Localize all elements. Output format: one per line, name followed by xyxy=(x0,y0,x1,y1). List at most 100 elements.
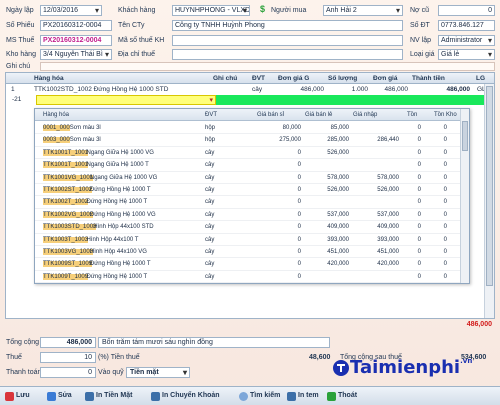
popup-item-code: TTK1003VG_1003 xyxy=(43,249,94,255)
loai-gia-field[interactable]: Giá lẻ xyxy=(438,49,495,60)
popup-cell-ton: 0 xyxy=(417,249,421,255)
popup-item-code: 0003_000 xyxy=(43,137,70,144)
dropdown-arrow-icon[interactable]: ▾ xyxy=(209,96,213,104)
popup-cell-ton: 0 xyxy=(417,224,421,231)
popup-cell-nhap: 286,440 xyxy=(377,137,399,144)
col-don-gia[interactable]: Đơn giá xyxy=(373,75,397,82)
popup-cell-le: 409,000 xyxy=(327,224,349,231)
exit-button[interactable]: Thoát xyxy=(326,390,359,403)
thanh-toan-label: Thanh toán xyxy=(6,369,42,376)
col-dvt[interactable]: ĐVT xyxy=(252,75,265,82)
popup-item-row[interactable]: TTK1001T_1001 Ngang Giữa Hệ 1000 VG cây 0 52… xyxy=(35,147,461,160)
col-lg[interactable]: LG xyxy=(476,75,485,82)
popup-col-gia-le: Giá bán lẻ xyxy=(305,112,333,118)
popup-item-row[interactable]: TTK1003T_1003 Hình Hộp 44x100 T cây 0 393,00… xyxy=(35,234,461,246)
nv-lap-field[interactable]: Administrator xyxy=(438,35,495,46)
row-price-g: 486,000 xyxy=(300,86,325,93)
popup-cell-si: 0 xyxy=(297,273,301,280)
popup-item-row[interactable]: TTK1002T_1002 Đứng Hồng Hệ 1000 T cây 0 0 0 xyxy=(35,196,461,209)
popup-item-name: Đứng Hồng Hệ 1000 VG xyxy=(89,211,156,218)
item-dropdown-list[interactable]: Hàng hóa ĐVT Giá bán sỉ Giá bán lẻ Giá n… xyxy=(34,108,470,284)
popup-cell-nhap: 393,000 xyxy=(377,236,399,243)
vao-quy-select[interactable]: Tiền mặt xyxy=(126,367,190,378)
exit-icon xyxy=(327,392,336,401)
brand-name: aimienphi xyxy=(359,357,461,378)
popup-item-code: TTK1003STD_1003 xyxy=(43,224,97,231)
popup-cell-nhap: 578,000 xyxy=(377,174,399,181)
grid-scrollbar[interactable] xyxy=(484,84,494,318)
col-don-gia-g[interactable]: Đơn giá G xyxy=(278,75,309,82)
row-unit: cây xyxy=(252,86,263,93)
popup-cell-tonkho: 0 xyxy=(443,199,447,206)
refresh-customer-icon[interactable]: $ xyxy=(260,4,265,14)
col-thanh-tien[interactable]: Thành tiền xyxy=(412,75,445,82)
popup-item-name: Hình Hộp 44x100 STD xyxy=(93,224,154,231)
print-cash-button[interactable]: In Tiền Mặt xyxy=(84,390,134,403)
print-label-button[interactable]: In tem xyxy=(286,390,321,403)
ngay-lap-field[interactable]: 12/03/2016 xyxy=(40,5,102,16)
popup-cell-nhap: 409,000 xyxy=(377,224,399,231)
popup-item-code: TTK1002T_1002 xyxy=(43,199,89,206)
popup-cell-tonkho: 0 xyxy=(443,125,447,131)
popup-item-code: TTK1001T_1001 xyxy=(43,149,89,156)
ten-cty-field[interactable]: Công ty TNHH Huỳnh Phong xyxy=(172,20,403,31)
popup-item-row[interactable]: TTK1003VG_1003 Hình Hộp 44x100 VG cây 0 451,… xyxy=(35,246,461,259)
nguoi-mua-field[interactable]: Anh Hải 2 xyxy=(323,5,403,16)
popup-item-name: Ngang Giữa Hệ 1000 VG xyxy=(86,149,154,156)
popup-col-ton-kho: Tồn Kho xyxy=(434,112,457,118)
thanh-toan-field[interactable]: 0 xyxy=(40,367,96,378)
popup-cell-le: 393,000 xyxy=(327,236,349,243)
table-row[interactable]: 1 TTK1002STD_1002 Đứng Hồng Hệ 1000 STD … xyxy=(6,85,494,95)
popup-cell-ton: 0 xyxy=(417,187,421,193)
col-so-luong[interactable]: Số lượng xyxy=(328,75,357,82)
popup-cell-unit: hộp xyxy=(205,137,216,144)
popup-cell-tonkho: 0 xyxy=(443,149,447,156)
ten-cty-label: Tên CTy xyxy=(118,22,145,29)
search-button[interactable]: Tìm kiếm xyxy=(238,390,282,403)
popup-cell-tonkho: 0 xyxy=(443,236,447,243)
popup-item-row[interactable]: TTK1001VG_1001 Ngang Giữa Hệ 1000 VG cây 0 5… xyxy=(35,172,461,184)
popup-item-row[interactable]: TTK1001T_1001 Ngang Giữa Hệ 1000 T cây 0 0 0 xyxy=(35,159,461,172)
dia-chi-thue-field[interactable] xyxy=(172,49,403,60)
popup-col-gia-si: Giá bán sỉ xyxy=(257,112,285,118)
popup-item-row[interactable]: 0003_000 Sơn màu 3l hộp 275,000 285,000 286,4… xyxy=(35,134,461,147)
popup-item-row[interactable]: TTK1009T_1009 Đứng Hồng Hệ 1000 T cây 0 0 0 xyxy=(35,271,461,284)
popup-scrollbar[interactable] xyxy=(460,109,469,283)
save-button[interactable]: Lưu xyxy=(4,390,32,403)
popup-item-name: Ngang Giữa Hệ 1000 T xyxy=(86,162,149,169)
ms-thue-field[interactable]: PX20160312-0004 xyxy=(40,35,112,46)
print-transfer-button[interactable]: In Chuyển Khoản xyxy=(150,390,222,403)
so-phieu-field[interactable]: PX20160312-0004 xyxy=(40,20,112,31)
popup-item-row[interactable]: TTK1003STD_1003 Hình Hộp 44x100 STD cây 0 40… xyxy=(35,221,461,234)
popup-cell-unit: cây xyxy=(205,224,215,231)
brand-prefix: T xyxy=(350,357,360,378)
kho-hang-field[interactable]: 3/4 Nguyễn Thái Bì xyxy=(40,49,112,60)
thue-field[interactable]: 10 xyxy=(40,352,96,363)
popup-item-code: TTK1009T_1009 xyxy=(43,273,89,280)
ghi-chu-field[interactable] xyxy=(40,62,495,71)
khach-hang-label: Khách hàng xyxy=(118,7,156,14)
popup-item-row[interactable]: TTK1002ST_1002 Đứng Hồng Hệ 1000 T cây 0 526… xyxy=(35,184,461,197)
popup-item-row[interactable]: 0001_000 Sơn màu 3l hộp 80,000 85,000 0 0 xyxy=(35,122,461,135)
popup-cell-unit: cây xyxy=(205,149,215,156)
row-qty: 1.000 xyxy=(351,86,368,93)
col-hang-hoa[interactable]: Hàng hóa xyxy=(34,75,64,82)
ma-so-thue-kh-field[interactable] xyxy=(172,35,403,46)
popup-scroll-thumb[interactable] xyxy=(462,121,468,151)
grid-scroll-thumb[interactable] xyxy=(486,86,493,286)
no-cu-field[interactable]: 0 xyxy=(438,5,495,16)
popup-item-row[interactable]: TTK1002VG_1002 Đứng Hồng Hệ 1000 VG cây 0 53… xyxy=(35,209,461,222)
so-dt-field[interactable]: 0773.846.127 xyxy=(438,20,495,31)
row-price: 486,000 xyxy=(384,86,409,93)
khach-hang-field[interactable]: HUYNHPHONG - VLXD HUỲN xyxy=(172,5,250,16)
popup-item-row[interactable]: TTK1009ST_1009 Đứng Hồng Hệ 1000 T cây 0 420… xyxy=(35,258,461,271)
popup-cell-le: 85,000 xyxy=(330,125,349,131)
popup-cell-ton: 0 xyxy=(417,174,421,181)
col-ghi-chu[interactable]: Ghi chú xyxy=(213,75,237,82)
item-search-input[interactable]: ▾ xyxy=(36,95,216,105)
edit-button[interactable]: Sửa xyxy=(46,390,74,403)
popup-cell-si: 80,000 xyxy=(282,125,301,131)
vao-quy-label: Vào quỹ xyxy=(98,369,124,376)
popup-cell-si: 0 xyxy=(297,261,301,268)
popup-cell-si: 0 xyxy=(297,187,301,193)
